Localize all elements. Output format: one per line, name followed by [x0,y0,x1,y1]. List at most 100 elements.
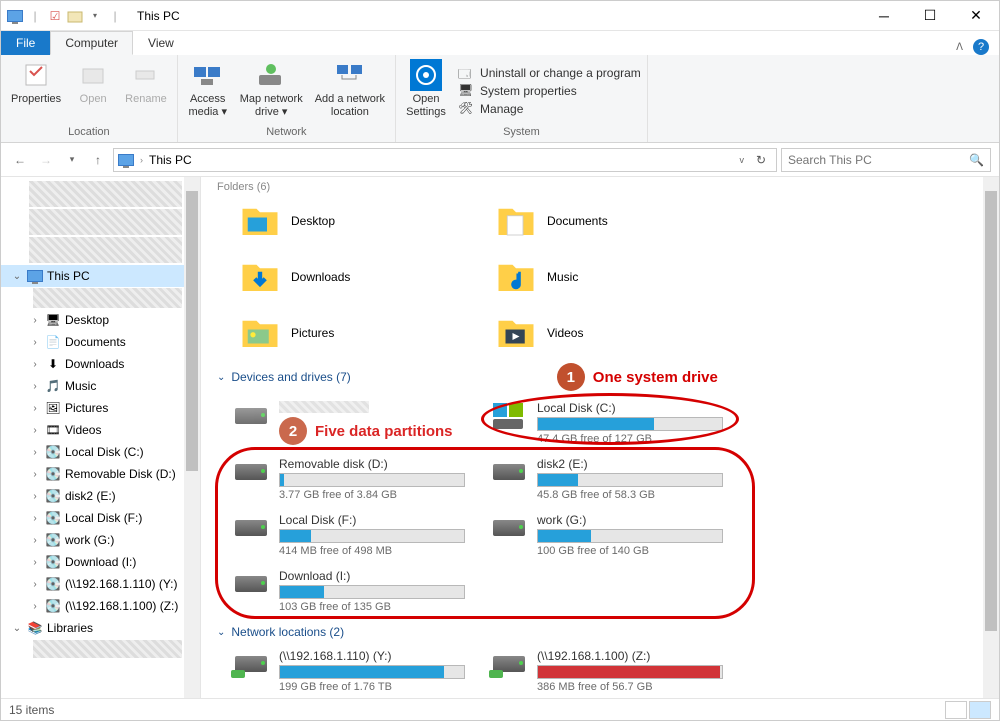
annotation-text-2: Five data partitions [315,423,453,440]
drive-g[interactable]: work (G:) 100 GB free of 140 GB [487,507,727,563]
tree-drive-c[interactable]: ›💽Local Disk (C:) [1,441,200,463]
drive-f[interactable]: Local Disk (F:) 414 MB free of 498 MB [229,507,469,563]
drive-hidden[interactable]: 2 Five data partitions [229,395,469,451]
search-input[interactable] [788,153,969,167]
manage-button[interactable]: 🛠Manage [458,101,641,117]
address-pc-icon [118,154,134,166]
tree-drive-e[interactable]: ›💽disk2 (E:) [1,485,200,507]
tree-libraries[interactable]: ⌄📚Libraries [1,617,200,639]
minimize-button[interactable]: ─ [861,1,907,31]
up-button[interactable]: ↑ [87,149,109,171]
tree-downloads[interactable]: ›⬇Downloads [1,353,200,375]
ribbon: Properties Open Rename Location Access m… [1,55,999,143]
tab-view[interactable]: View [133,31,189,55]
drive-d[interactable]: Removable disk (D:) 3.77 GB free of 3.84… [229,451,469,507]
annotation-badge-1: 1 [557,363,585,391]
back-button[interactable]: ← [9,149,31,171]
forward-button[interactable]: → [35,149,57,171]
collapse-ribbon-icon[interactable]: ᐱ [956,42,963,53]
content-scrollbar[interactable] [983,177,999,698]
tree-blur4 [33,288,182,308]
window-title: This PC [137,9,180,23]
drive-i[interactable]: Download (I:) 103 GB free of 135 GB [229,563,469,619]
tree-drive-f[interactable]: ›💽Local Disk (F:) [1,507,200,529]
content-scrollthumb[interactable] [985,191,997,631]
annotation-badge-2: 2 [279,417,307,445]
breadcrumb-thispc[interactable]: This PC [149,153,192,167]
rename-button[interactable]: Rename [121,57,171,124]
tree-blur1 [29,181,182,207]
tree-this-pc[interactable]: ⌄ This PC [1,265,200,287]
folder-downloads[interactable]: Downloads [239,253,489,301]
titlebar: | ☑ ▾ | This PC ─ ☐ ✕ [1,1,999,31]
tab-computer[interactable]: Computer [50,31,133,55]
open-button[interactable]: Open [69,57,117,124]
ribbon-tabs: File Computer View ᐱ ? [1,31,999,55]
tree-desktop[interactable]: ›🖥Desktop [1,309,200,331]
sidebar-scrollthumb[interactable] [186,191,198,471]
statusbar: 15 items [1,698,999,720]
access-media-button[interactable]: Access media ▾ [184,57,232,124]
chevron-down-icon[interactable]: ⌄ [217,627,225,638]
tree-blur2 [29,209,182,235]
drive-y[interactable]: (\\192.168.1.110) (Y:) 199 GB free of 1.… [229,643,469,698]
devices-header[interactable]: ⌄ Devices and drives (7) 1 One system dr… [209,357,991,395]
chevron-down-icon[interactable]: ⌄ [11,271,23,282]
tree-blur3 [29,237,182,263]
map-drive-button[interactable]: Map network drive ▾ [236,57,307,124]
tree-pictures[interactable]: ›🖼Pictures [1,397,200,419]
tree-drive-d[interactable]: ›💽Removable Disk (D:) [1,463,200,485]
help-icon[interactable]: ? [973,39,989,55]
network-header[interactable]: ⌄ Network locations (2) [209,619,991,643]
qat-dropdown-icon[interactable]: ▾ [87,8,103,24]
qat-sep2: | [107,8,123,24]
group-system-label: System [402,124,641,140]
drive-c[interactable]: Local Disk (C:) 47.4 GB free of 127 GB [487,395,727,451]
tree-drive-g[interactable]: ›💽work (G:) [1,529,200,551]
uninstall-program-button[interactable]: 🗔Uninstall or change a program [458,65,641,81]
folders-header-truncated: Folders (6) [209,177,991,197]
folder-music[interactable]: Music [495,253,745,301]
group-location-label: Location [7,124,171,140]
refresh-button[interactable]: ↻ [750,149,772,171]
folder-documents[interactable]: Documents [495,197,745,245]
tab-file[interactable]: File [1,31,50,55]
search-icon[interactable]: 🔍 [969,153,984,167]
tree-blur5 [33,640,182,658]
content-pane: Folders (6) Desktop Documents Downloads … [201,177,999,698]
group-network-label: Network [184,124,389,140]
folder-videos[interactable]: Videos [495,309,745,357]
view-details-icon[interactable] [945,701,967,719]
tree-drive-i[interactable]: ›💽Download (I:) [1,551,200,573]
folder-desktop[interactable]: Desktop [239,197,489,245]
open-settings-button[interactable]: Open Settings [402,57,450,124]
add-network-location-button[interactable]: Add a network location [311,57,389,124]
address-dropdown-icon[interactable]: v [740,155,745,165]
view-large-icon[interactable] [969,701,991,719]
qat-newfolder-icon[interactable] [67,8,83,24]
recent-dropdown-icon[interactable]: ▾ [61,149,83,171]
qat-prop-icon[interactable]: ☑ [47,8,63,24]
search-box[interactable]: 🔍 [781,148,991,172]
tree-drive-y[interactable]: ›💽(\\192.168.1.110) (Y:) [1,573,200,595]
annotation-text-1: One system drive [593,369,718,386]
system-properties-button[interactable]: 🖥System properties [458,83,641,99]
tree-music[interactable]: ›🎵Music [1,375,200,397]
maximize-button[interactable]: ☐ [907,1,953,31]
close-button[interactable]: ✕ [953,1,999,31]
tree-videos[interactable]: ›🎞Videos [1,419,200,441]
drive-z[interactable]: (\\192.168.1.100) (Z:) 386 MB free of 56… [487,643,727,698]
drive-e[interactable]: disk2 (E:) 45.8 GB free of 58.3 GB [487,451,727,507]
tree-documents[interactable]: ›📄Documents [1,331,200,353]
chevron-right-icon[interactable]: › [140,155,143,165]
address-bar[interactable]: › This PC v ↻ [113,148,777,172]
tree-drive-z[interactable]: ›💽(\\192.168.1.100) (Z:) [1,595,200,617]
sidebar: ⌄ This PC ›🖥Desktop ›📄Documents ›⬇Downlo… [1,177,201,698]
navbar: ← → ▾ ↑ › This PC v ↻ 🔍 [1,143,999,177]
properties-button[interactable]: Properties [7,57,65,124]
chevron-down-icon[interactable]: ⌄ [217,372,225,383]
sidebar-scrollbar[interactable] [184,177,200,698]
status-item-count: 15 items [9,703,54,717]
qat-sep: | [27,8,43,24]
folder-pictures[interactable]: Pictures [239,309,489,357]
